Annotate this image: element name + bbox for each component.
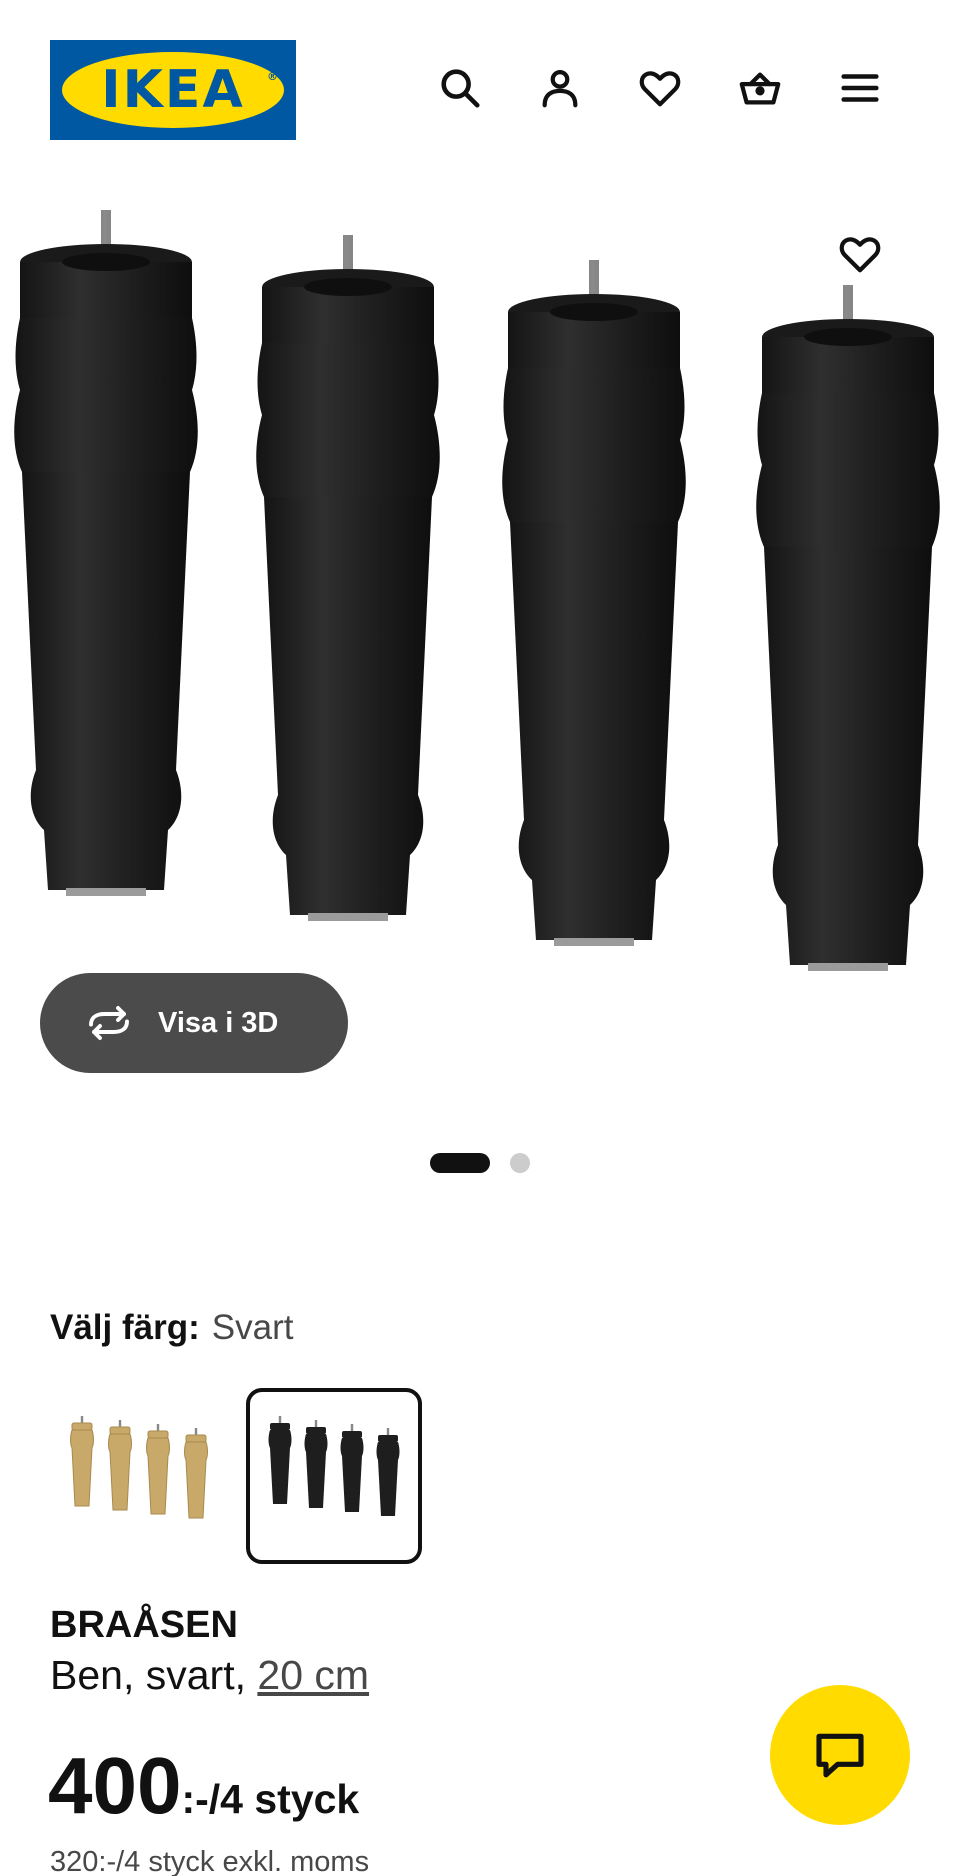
product-image [14,210,940,971]
product-name: BRAÅSEN [50,1604,238,1646]
product-size-link[interactable]: 20 cm [257,1652,369,1698]
account-icon[interactable] [534,62,586,114]
ikea-logo[interactable]: IKEA ® [50,40,296,140]
carousel-dot[interactable] [510,1153,530,1173]
product-price: 400:-/4 styck [48,1738,359,1834]
chat-icon [816,1733,864,1778]
color-label: Välj färg: [50,1308,200,1347]
view-in-3d-label: Visa i 3D [158,1006,279,1039]
menu-icon[interactable] [834,62,886,114]
color-swatch-natural[interactable] [54,1388,230,1564]
view-in-3d-button[interactable]: Visa i 3D [40,973,348,1073]
price-excl-vat: 320:-/4 styck exkl. moms [50,1846,370,1876]
price-unit: :-/4 styck [181,1776,360,1822]
carousel-pagination [430,1153,530,1173]
price-amount: 400 [48,1741,182,1830]
site-header: IKEA ® [0,0,960,180]
basket-icon[interactable] [734,62,786,114]
color-value: Svart [211,1308,294,1347]
product-desc-prefix: Ben, svart, [50,1652,246,1698]
rotate-3d-icon [89,1006,129,1040]
product-description: Ben, svart, 20 cm [50,1652,369,1699]
product-image-gallery[interactable] [0,200,960,1100]
logo-registered-mark: ® [267,70,278,83]
heart-icon[interactable] [634,62,686,114]
color-swatch-black-selected[interactable] [246,1388,422,1564]
carousel-dot-active[interactable] [430,1153,490,1173]
chat-button[interactable] [770,1685,910,1825]
search-icon[interactable] [434,62,486,114]
color-selector-label: Välj färg: Svart [50,1308,293,1348]
add-to-favorites-icon[interactable] [834,228,886,280]
logo-text: IKEA [101,60,245,120]
